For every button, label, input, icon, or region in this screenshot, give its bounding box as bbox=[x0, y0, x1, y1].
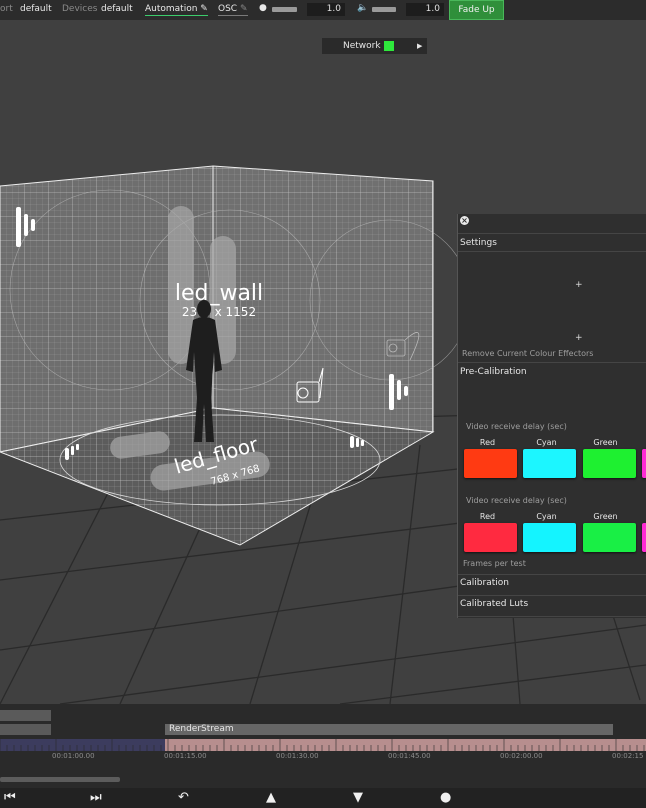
devices-label: Devices bbox=[62, 4, 98, 14]
swatch-label: Green bbox=[593, 512, 618, 521]
skip-back-icon[interactable]: ⏮ bbox=[4, 789, 16, 807]
wall-size-label: 23_4 x 1152 bbox=[182, 305, 256, 319]
volume-value[interactable]: 1.0 bbox=[406, 3, 444, 16]
return-icon[interactable]: ↶ bbox=[178, 789, 189, 807]
time-tick: 00:01:00.00 bbox=[52, 752, 95, 760]
renderstream-label: RenderStream bbox=[169, 724, 234, 734]
swatch-label: Red bbox=[479, 512, 496, 521]
cyan-swatch[interactable] bbox=[523, 523, 576, 552]
timeline-track[interactable] bbox=[0, 724, 51, 735]
swatch-label: Cyan bbox=[536, 512, 557, 521]
skip-forward-icon[interactable]: ⏭ bbox=[90, 789, 102, 807]
red-swatch[interactable] bbox=[464, 523, 517, 552]
triangle-down-icon[interactable]: ▼ bbox=[353, 789, 363, 807]
ruler-ticks bbox=[0, 739, 645, 751]
volume-icon: 🔈 bbox=[357, 3, 369, 13]
brightness-icon: ● bbox=[259, 3, 267, 13]
add-icon[interactable]: + bbox=[575, 280, 583, 290]
time-tick: 00:01:15.00 bbox=[164, 752, 207, 760]
red-swatch[interactable] bbox=[464, 449, 517, 478]
swatch-label: Cyan bbox=[536, 438, 557, 447]
timeline-scrollbar[interactable] bbox=[0, 777, 120, 782]
time-tick: 00:02:00.00 bbox=[500, 752, 543, 760]
swatch-label: Red bbox=[479, 438, 496, 447]
calibration-title[interactable]: Calibration bbox=[460, 578, 509, 588]
calibrated-luts-title[interactable]: Calibrated Luts bbox=[460, 599, 528, 609]
settings-panel: × Settings + + Remove Current Colour Eff… bbox=[457, 214, 646, 618]
devices-value[interactable]: default bbox=[101, 4, 133, 14]
record-icon[interactable]: ● bbox=[440, 789, 451, 807]
cyan-swatch[interactable] bbox=[523, 449, 576, 478]
edit-icon: ✎ bbox=[200, 4, 208, 14]
precalibration-title[interactable]: Pre-Calibration bbox=[460, 367, 527, 377]
green-swatch[interactable] bbox=[583, 449, 636, 478]
frames-per-test-label: Frames per test bbox=[463, 559, 526, 568]
osc-tab[interactable]: OSC ✎ bbox=[218, 4, 248, 16]
video-delay-label: Video receive delay (sec) bbox=[466, 422, 567, 431]
swatch-label: Green bbox=[593, 438, 618, 447]
fade-up-button[interactable]: Fade Up bbox=[449, 0, 504, 20]
timeline[interactable]: RenderStream 00:01:00.00 00:01:15.00 00:… bbox=[0, 704, 646, 788]
time-tick: 00:02:15 bbox=[612, 752, 644, 760]
green-swatch[interactable] bbox=[583, 523, 636, 552]
time-tick: 00:01:45.00 bbox=[388, 752, 431, 760]
add-icon[interactable]: + bbox=[575, 333, 583, 343]
video-delay-label: Video receive delay (sec) bbox=[466, 496, 567, 505]
edit-icon: ✎ bbox=[239, 4, 248, 14]
port-label: ort bbox=[0, 4, 13, 14]
automation-tab[interactable]: Automation ✎ bbox=[145, 4, 208, 16]
timeline-track[interactable] bbox=[0, 710, 51, 721]
top-toolbar: ort default Devices default Automation ✎… bbox=[0, 0, 646, 20]
settings-title[interactable]: Settings bbox=[460, 238, 497, 248]
remove-effectors-button[interactable]: Remove Current Colour Effectors bbox=[462, 349, 593, 358]
volume-slider[interactable] bbox=[372, 7, 396, 12]
magenta-swatch[interactable] bbox=[642, 449, 646, 478]
triangle-up-icon[interactable]: ▲ bbox=[266, 789, 276, 807]
port-value[interactable]: default bbox=[20, 4, 52, 14]
wall-name-label: led_wall bbox=[175, 281, 263, 306]
close-icon[interactable]: × bbox=[460, 216, 469, 225]
magenta-swatch[interactable] bbox=[642, 523, 646, 552]
brightness-slider[interactable] bbox=[272, 7, 297, 12]
time-tick: 00:01:30.00 bbox=[276, 752, 319, 760]
transport-bar: ⏮ ⏭ ↶ ▲ ▼ ● bbox=[0, 788, 646, 808]
brightness-value[interactable]: 1.0 bbox=[307, 3, 345, 16]
